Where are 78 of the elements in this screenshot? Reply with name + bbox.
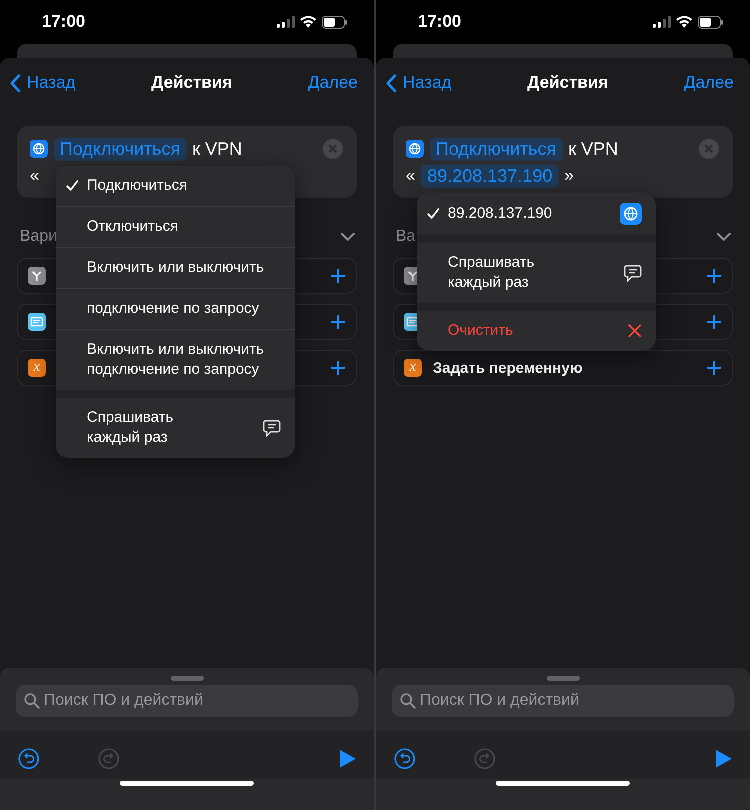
nav-title: Действия: [152, 73, 232, 93]
plus-icon: [330, 314, 346, 330]
redo-icon[interactable]: [474, 748, 496, 770]
status-time: 17:00: [42, 12, 86, 32]
menu-item-label: 89.208.137.190: [448, 204, 552, 224]
signal-icon: [653, 16, 671, 28]
globe-icon: [30, 140, 48, 158]
back-button[interactable]: Назад: [10, 73, 76, 93]
menu-item-label: Спрашивать каждый раз: [87, 408, 174, 448]
chat-bubble-icon: [263, 420, 281, 436]
checkmark-icon: [66, 180, 79, 192]
menu-item-label: Включить или выключить подключение по запросу: [87, 340, 264, 380]
signal-icon: [277, 16, 295, 28]
next-button[interactable]: Далее: [308, 73, 358, 93]
menu-item-label: Включить или выключить: [87, 258, 264, 278]
next-button[interactable]: Далее: [684, 73, 734, 93]
menu-item[interactable]: Отключиться: [56, 206, 295, 247]
text-card-icon: [28, 313, 46, 331]
menu-item-label: подключение по запросу: [87, 299, 260, 319]
quote-mark: «: [30, 166, 40, 186]
wifi-icon: [300, 16, 317, 28]
menu-item[interactable]: Очистить: [417, 311, 656, 351]
menu-item[interactable]: Включить или выключить: [56, 247, 295, 288]
play-icon[interactable]: [340, 750, 356, 768]
drag-handle[interactable]: [546, 676, 580, 681]
variable-icon: x: [404, 359, 422, 377]
battery-icon: [322, 16, 348, 28]
plus-icon: [330, 268, 346, 284]
menu-item[interactable]: Подключиться: [56, 166, 295, 206]
menu-item[interactable]: подключение по запросу: [56, 288, 295, 329]
quote-mark: »: [564, 166, 574, 186]
chevron-left-icon: [10, 74, 21, 92]
menu-item[interactable]: 89.208.137.190: [417, 193, 656, 235]
section-label: Вари: [20, 228, 58, 246]
plus-icon: [706, 360, 722, 376]
variable-icon: x: [28, 359, 46, 377]
split-icon: [28, 267, 46, 285]
menu-item[interactable]: Спрашивать каждый раз: [417, 243, 656, 303]
chevron-down-icon: [340, 232, 356, 242]
action-text: к VPN: [568, 138, 618, 160]
menu-item-label: Спрашивать каждый раз: [448, 253, 535, 293]
menu-item-label: Отключиться: [87, 217, 178, 237]
play-icon[interactable]: [716, 750, 732, 768]
globe-icon: [406, 140, 424, 158]
close-icon: [699, 139, 719, 159]
section-label: Ва: [396, 228, 416, 246]
menu-item-label: Очистить: [448, 321, 514, 341]
plus-icon: [330, 360, 346, 376]
chevron-down-icon: [716, 232, 732, 242]
menu-item[interactable]: Спрашивать каждый раз: [56, 398, 295, 458]
chevron-left-icon: [386, 74, 397, 92]
close-icon: [323, 139, 343, 159]
menu-item-label: Подключиться: [87, 176, 188, 196]
suggestion-row[interactable]: x Задать переменную: [393, 350, 733, 386]
search-field[interactable]: Поиск ПО и действий: [16, 685, 358, 717]
action-text: к VPN: [192, 138, 242, 160]
undo-icon[interactable]: [18, 748, 40, 770]
wifi-icon: [676, 16, 693, 28]
undo-icon[interactable]: [394, 748, 416, 770]
nav-title: Действия: [528, 73, 608, 93]
quote-mark: «: [406, 166, 416, 186]
battery-icon: [698, 16, 724, 28]
drag-handle[interactable]: [170, 676, 204, 681]
search-icon: [24, 693, 40, 709]
chat-bubble-icon: [624, 264, 642, 282]
status-time: 17:00: [418, 12, 462, 32]
close-icon: [628, 324, 642, 338]
search-field[interactable]: Поиск ПО и действий: [392, 685, 734, 717]
redo-icon[interactable]: [98, 748, 120, 770]
checkmark-icon: [427, 208, 440, 220]
search-icon: [400, 693, 416, 709]
suggestion-label: Задать переменную: [433, 360, 583, 376]
plus-icon: [706, 268, 722, 284]
plus-icon: [706, 314, 722, 330]
globe-icon: [620, 203, 642, 225]
remove-button[interactable]: [699, 139, 719, 159]
back-button[interactable]: Назад: [386, 73, 452, 93]
remove-button[interactable]: [323, 139, 343, 159]
